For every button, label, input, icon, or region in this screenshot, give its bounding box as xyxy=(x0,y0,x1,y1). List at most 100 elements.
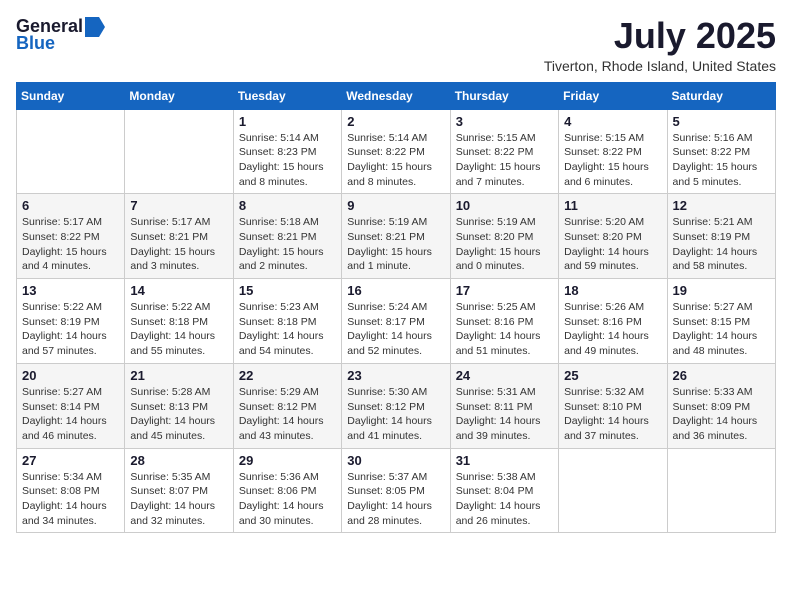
calendar-cell: 29 Sunrise: 5:36 AM Sunset: 8:06 PM Dayli… xyxy=(233,448,341,533)
day-info: Sunrise: 5:30 AM Sunset: 8:12 PM Dayligh… xyxy=(347,385,444,444)
day-info: Sunrise: 5:20 AM Sunset: 8:20 PM Dayligh… xyxy=(564,215,661,274)
calendar-cell: 19Sunrise: 5:27 AM Sunset: 8:15 PM Dayli… xyxy=(667,279,775,364)
day-info: Sunrise: 5:15 AM Sunset: 8:22 PM Dayligh… xyxy=(456,131,553,190)
day-number: 19 xyxy=(673,283,770,298)
day-number: 10 xyxy=(456,198,553,213)
week-row-5: 27 Sunrise: 5:34 AM Sunset: 8:08 PM Dayli… xyxy=(17,448,776,533)
day-number: 3 xyxy=(456,114,553,129)
day-info: Sunrise: 5:17 AM Sunset: 8:21 PM Dayligh… xyxy=(130,215,227,274)
calendar-cell: 31 Sunrise: 5:38 AM Sunset: 8:04 PM Dayli… xyxy=(450,448,558,533)
location: Tiverton, Rhode Island, United States xyxy=(544,58,776,74)
calendar-cell: 10 Sunrise: 5:19 AM Sunset: 8:20 PM Dayli… xyxy=(450,194,558,279)
calendar-cell xyxy=(125,109,233,194)
logo: General Blue xyxy=(16,16,105,54)
day-info: Sunrise: 5:38 AM Sunset: 8:04 PM Dayligh… xyxy=(456,470,553,529)
calendar-cell: 14 Sunrise: 5:22 AM Sunset: 8:18 PM Dayli… xyxy=(125,279,233,364)
day-number: 27 xyxy=(22,453,119,468)
day-info: Sunrise: 5:21 AM Sunset: 8:19 PM Dayligh… xyxy=(673,215,770,274)
day-info: Sunrise: 5:19 AM Sunset: 8:20 PM Dayligh… xyxy=(456,215,553,274)
day-info: Sunrise: 5:26 AM Sunset: 8:16 PM Dayligh… xyxy=(564,300,661,359)
weekday-header-monday: Monday xyxy=(125,82,233,109)
day-number: 6 xyxy=(22,198,119,213)
calendar-cell: 1 Sunrise: 5:14 AM Sunset: 8:23 PM Daylig… xyxy=(233,109,341,194)
day-number: 25 xyxy=(564,368,661,383)
day-info: Sunrise: 5:15 AM Sunset: 8:22 PM Dayligh… xyxy=(564,131,661,190)
day-number: 7 xyxy=(130,198,227,213)
day-number: 18 xyxy=(564,283,661,298)
day-number: 4 xyxy=(564,114,661,129)
calendar-cell xyxy=(17,109,125,194)
day-info: Sunrise: 5:17 AM Sunset: 8:22 PM Dayligh… xyxy=(22,215,119,274)
calendar-cell: 2Sunrise: 5:14 AM Sunset: 8:22 PM Daylig… xyxy=(342,109,450,194)
title-area: July 2025 Tiverton, Rhode Island, United… xyxy=(544,16,776,74)
day-info: Sunrise: 5:28 AM Sunset: 8:13 PM Dayligh… xyxy=(130,385,227,444)
calendar-cell: 12Sunrise: 5:21 AM Sunset: 8:19 PM Dayli… xyxy=(667,194,775,279)
calendar-cell: 9 Sunrise: 5:19 AM Sunset: 8:21 PM Daylig… xyxy=(342,194,450,279)
day-info: Sunrise: 5:16 AM Sunset: 8:22 PM Dayligh… xyxy=(673,131,770,190)
day-info: Sunrise: 5:14 AM Sunset: 8:23 PM Dayligh… xyxy=(239,131,336,190)
day-info: Sunrise: 5:25 AM Sunset: 8:16 PM Dayligh… xyxy=(456,300,553,359)
day-info: Sunrise: 5:31 AM Sunset: 8:11 PM Dayligh… xyxy=(456,385,553,444)
month-title: July 2025 xyxy=(544,16,776,56)
day-info: Sunrise: 5:14 AM Sunset: 8:22 PM Dayligh… xyxy=(347,131,444,190)
calendar-cell: 17 Sunrise: 5:25 AM Sunset: 8:16 PM Dayli… xyxy=(450,279,558,364)
calendar-cell: 22 Sunrise: 5:29 AM Sunset: 8:12 PM Dayli… xyxy=(233,363,341,448)
week-row-2: 6 Sunrise: 5:17 AM Sunset: 8:22 PM Daylig… xyxy=(17,194,776,279)
day-number: 16 xyxy=(347,283,444,298)
calendar-cell: 28 Sunrise: 5:35 AM Sunset: 8:07 PM Dayli… xyxy=(125,448,233,533)
logo-icon xyxy=(85,17,105,37)
week-row-1: 1 Sunrise: 5:14 AM Sunset: 8:23 PM Daylig… xyxy=(17,109,776,194)
day-info: Sunrise: 5:32 AM Sunset: 8:10 PM Dayligh… xyxy=(564,385,661,444)
weekday-header-row: SundayMondayTuesdayWednesdayThursdayFrid… xyxy=(17,82,776,109)
day-number: 20 xyxy=(22,368,119,383)
calendar-cell: 16 Sunrise: 5:24 AM Sunset: 8:17 PM Dayli… xyxy=(342,279,450,364)
calendar-cell: 13 Sunrise: 5:22 AM Sunset: 8:19 PM Dayli… xyxy=(17,279,125,364)
calendar-cell: 15 Sunrise: 5:23 AM Sunset: 8:18 PM Dayli… xyxy=(233,279,341,364)
day-number: 13 xyxy=(22,283,119,298)
day-info: Sunrise: 5:29 AM Sunset: 8:12 PM Dayligh… xyxy=(239,385,336,444)
calendar-cell: 24 Sunrise: 5:31 AM Sunset: 8:11 PM Dayli… xyxy=(450,363,558,448)
day-info: Sunrise: 5:23 AM Sunset: 8:18 PM Dayligh… xyxy=(239,300,336,359)
weekday-header-saturday: Saturday xyxy=(667,82,775,109)
day-number: 1 xyxy=(239,114,336,129)
header: General Blue July 2025 Tiverton, Rhode I… xyxy=(16,16,776,74)
day-number: 22 xyxy=(239,368,336,383)
day-number: 9 xyxy=(347,198,444,213)
day-number: 15 xyxy=(239,283,336,298)
day-info: Sunrise: 5:18 AM Sunset: 8:21 PM Dayligh… xyxy=(239,215,336,274)
day-number: 31 xyxy=(456,453,553,468)
weekday-header-thursday: Thursday xyxy=(450,82,558,109)
day-info: Sunrise: 5:33 AM Sunset: 8:09 PM Dayligh… xyxy=(673,385,770,444)
calendar-cell: 20 Sunrise: 5:27 AM Sunset: 8:14 PM Dayli… xyxy=(17,363,125,448)
weekday-header-friday: Friday xyxy=(559,82,667,109)
day-number: 11 xyxy=(564,198,661,213)
calendar-cell: 4 Sunrise: 5:15 AM Sunset: 8:22 PM Daylig… xyxy=(559,109,667,194)
day-info: Sunrise: 5:37 AM Sunset: 8:05 PM Dayligh… xyxy=(347,470,444,529)
day-info: Sunrise: 5:22 AM Sunset: 8:18 PM Dayligh… xyxy=(130,300,227,359)
calendar-cell: 27 Sunrise: 5:34 AM Sunset: 8:08 PM Dayli… xyxy=(17,448,125,533)
day-number: 17 xyxy=(456,283,553,298)
calendar-cell: 8Sunrise: 5:18 AM Sunset: 8:21 PM Daylig… xyxy=(233,194,341,279)
calendar-cell: 30Sunrise: 5:37 AM Sunset: 8:05 PM Dayli… xyxy=(342,448,450,533)
day-info: Sunrise: 5:22 AM Sunset: 8:19 PM Dayligh… xyxy=(22,300,119,359)
calendar-cell: 25 Sunrise: 5:32 AM Sunset: 8:10 PM Dayli… xyxy=(559,363,667,448)
day-number: 24 xyxy=(456,368,553,383)
day-info: Sunrise: 5:34 AM Sunset: 8:08 PM Dayligh… xyxy=(22,470,119,529)
day-number: 29 xyxy=(239,453,336,468)
week-row-3: 13 Sunrise: 5:22 AM Sunset: 8:19 PM Dayli… xyxy=(17,279,776,364)
day-number: 14 xyxy=(130,283,227,298)
day-info: Sunrise: 5:35 AM Sunset: 8:07 PM Dayligh… xyxy=(130,470,227,529)
calendar-cell: 26 Sunrise: 5:33 AM Sunset: 8:09 PM Dayli… xyxy=(667,363,775,448)
logo-blue-text: Blue xyxy=(16,33,55,54)
day-number: 26 xyxy=(673,368,770,383)
day-info: Sunrise: 5:24 AM Sunset: 8:17 PM Dayligh… xyxy=(347,300,444,359)
calendar-cell: 18 Sunrise: 5:26 AM Sunset: 8:16 PM Dayli… xyxy=(559,279,667,364)
day-info: Sunrise: 5:19 AM Sunset: 8:21 PM Dayligh… xyxy=(347,215,444,274)
calendar-cell: 3 Sunrise: 5:15 AM Sunset: 8:22 PM Daylig… xyxy=(450,109,558,194)
day-info: Sunrise: 5:27 AM Sunset: 8:14 PM Dayligh… xyxy=(22,385,119,444)
day-number: 28 xyxy=(130,453,227,468)
day-info: Sunrise: 5:36 AM Sunset: 8:06 PM Dayligh… xyxy=(239,470,336,529)
calendar-cell: 5Sunrise: 5:16 AM Sunset: 8:22 PM Daylig… xyxy=(667,109,775,194)
weekday-header-wednesday: Wednesday xyxy=(342,82,450,109)
day-number: 23 xyxy=(347,368,444,383)
